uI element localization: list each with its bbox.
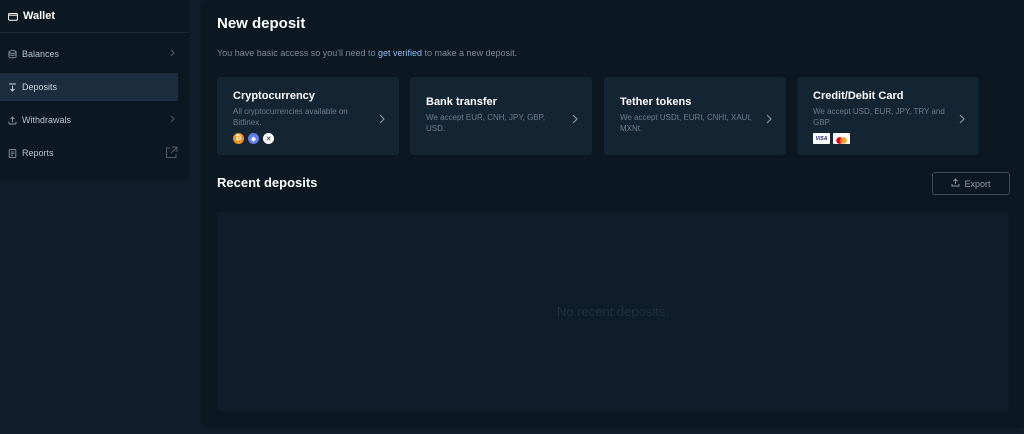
deposit-card-bank-transfer[interactable]: Bank transfer We accept EUR, CNH, JPY, G… [410,77,592,155]
deposit-arrow-icon [8,83,20,92]
card-description: We accept USDt, EURt, CNHt, XAUt, MXNt. [620,113,752,133]
upload-icon [951,178,960,189]
notice-text-before: You have basic access so you'll need to [217,48,378,58]
sidebar-item-label: Withdrawals [22,115,72,125]
card-title: Bank transfer [426,96,497,108]
bitcoin-icon: ₿ [233,133,244,144]
notice-text-after: to make a new deposit. [422,48,518,58]
sidebar-item-reports[interactable]: Reports [0,139,189,167]
chevron-right-icon [170,115,175,125]
crypto-coins: ₿ ◆ ✕ [233,133,274,144]
chevron-right-icon [379,111,385,129]
recent-deposits-title: Recent deposits [217,175,318,190]
database-icon [8,49,20,59]
empty-state-text: No recent deposits. [556,304,669,319]
chevron-right-icon [572,111,578,129]
card-title: Tether tokens [620,96,692,108]
sidebar-item-label: Deposits [22,82,58,92]
deposit-card-credit-debit[interactable]: Credit/Debit Card We accept USD, EUR, JP… [797,77,979,155]
get-verified-link[interactable]: get verified [378,48,422,58]
card-description: We accept EUR, CNH, JPY, GBP, USD. [426,113,546,133]
deposit-card-cryptocurrency[interactable]: Cryptocurrency All cryptocurrencies avai… [217,77,399,155]
payment-logos: VISA [813,133,850,144]
chevron-right-icon [170,49,175,59]
deposit-card-tether-tokens[interactable]: Tether tokens We accept USDt, EURt, CNHt… [604,77,786,155]
chevron-right-icon [959,111,965,129]
chevron-right-icon [766,111,772,129]
xrp-icon: ✕ [263,133,274,144]
export-button[interactable]: Export [932,172,1010,195]
export-label: Export [964,178,991,189]
wallet-icon [8,12,18,21]
external-link-icon[interactable] [165,146,178,161]
ethereum-icon: ◆ [248,133,259,144]
verification-notice: You have basic access so you'll need to … [217,48,517,58]
sidebar: Wallet Balances Deposits Withdrawals Rep… [0,0,189,180]
sidebar-item-label: Balances [22,49,60,59]
sidebar-title: Wallet [23,10,55,22]
main-panel: New deposit You have basic access so you… [201,0,1024,428]
card-description: We accept USD, EUR, JPY, TRY and GBP. [813,107,945,127]
card-description: All cryptocurrencies available on Bitfin… [233,107,348,127]
sidebar-item-label: Reports [22,148,54,158]
sidebar-item-deposits[interactable]: Deposits [0,73,178,101]
upload-arrow-icon [8,115,20,125]
recent-deposits-panel: No recent deposits. [217,212,1009,411]
sidebar-header: Wallet [0,0,189,33]
visa-icon: VISA [813,133,830,144]
card-title: Cryptocurrency [233,90,315,102]
card-title: Credit/Debit Card [813,90,904,102]
document-icon [8,148,20,158]
mastercard-icon [833,133,850,144]
sidebar-item-balances[interactable]: Balances [0,40,189,68]
page-title: New deposit [217,15,306,32]
sidebar-item-withdrawals[interactable]: Withdrawals [0,106,189,134]
